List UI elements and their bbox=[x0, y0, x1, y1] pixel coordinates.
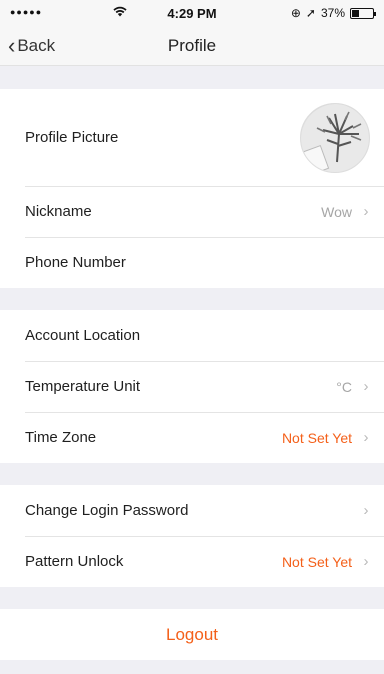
temperature-unit-value: °C bbox=[336, 378, 352, 395]
page-title: Profile bbox=[167, 36, 217, 55]
chevron-right-icon: › bbox=[363, 553, 369, 570]
status-right: ⊕ ➚ 37% bbox=[290, 6, 376, 20]
alarm-icon: ⊕ bbox=[290, 6, 301, 20]
chevron-right-icon: › bbox=[363, 203, 369, 220]
time-zone-row[interactable]: Time Zone Not Set Yet › bbox=[0, 412, 384, 463]
bottom-gap bbox=[0, 660, 384, 674]
time-zone-label: Time Zone bbox=[25, 429, 97, 446]
account-location-label: Account Location bbox=[25, 327, 141, 344]
settings-section: Account Location Temperature Unit °C › T… bbox=[0, 310, 384, 463]
battery-fill bbox=[352, 9, 360, 17]
profile-section: Profile Picture Nickname Wow › Phone Num… bbox=[0, 89, 384, 288]
location-arrow-icon: ➚ bbox=[305, 6, 316, 20]
nickname-row[interactable]: Nickname Wow › bbox=[0, 186, 384, 237]
chevron-right-icon: › bbox=[363, 502, 369, 519]
avatar[interactable] bbox=[300, 102, 370, 173]
pattern-unlock-row[interactable]: Pattern Unlock Not Set Yet › bbox=[0, 536, 384, 587]
chevron-right-icon: › bbox=[363, 378, 369, 395]
security-section: Change Login Password › Pattern Unlock N… bbox=[0, 485, 384, 587]
change-password-label: Change Login Password bbox=[25, 502, 189, 519]
chevron-right-icon: › bbox=[363, 429, 369, 446]
phone-number-label: Phone Number bbox=[25, 254, 126, 271]
battery-percent: 37% bbox=[320, 6, 345, 20]
navigation-bar: ‹ Back Profile bbox=[0, 26, 384, 66]
status-bar: ●●●●● 4:29 PM ⊕ ➚ 37% bbox=[0, 0, 384, 26]
temperature-unit-label: Temperature Unit bbox=[25, 378, 141, 395]
phone-number-row[interactable]: Phone Number bbox=[0, 237, 384, 288]
pattern-unlock-value: Not Set Yet bbox=[281, 553, 352, 570]
account-location-row[interactable]: Account Location bbox=[0, 310, 384, 361]
temperature-unit-row[interactable]: Temperature Unit °C › bbox=[0, 361, 384, 412]
section-gap bbox=[0, 587, 384, 609]
battery-icon bbox=[350, 7, 376, 19]
avatar-plant-image bbox=[301, 103, 369, 172]
change-password-row[interactable]: Change Login Password › bbox=[0, 485, 384, 536]
section-gap bbox=[0, 66, 384, 89]
section-gap bbox=[0, 463, 384, 485]
nickname-value: Wow bbox=[321, 203, 352, 220]
pattern-unlock-label: Pattern Unlock bbox=[25, 553, 124, 570]
nickname-label: Nickname bbox=[25, 203, 92, 220]
logout-button[interactable]: Logout bbox=[0, 609, 384, 660]
section-gap bbox=[0, 288, 384, 310]
profile-picture-label: Profile Picture bbox=[25, 129, 119, 146]
time-zone-value: Not Set Yet bbox=[281, 429, 352, 446]
profile-picture-row[interactable]: Profile Picture bbox=[0, 89, 384, 186]
